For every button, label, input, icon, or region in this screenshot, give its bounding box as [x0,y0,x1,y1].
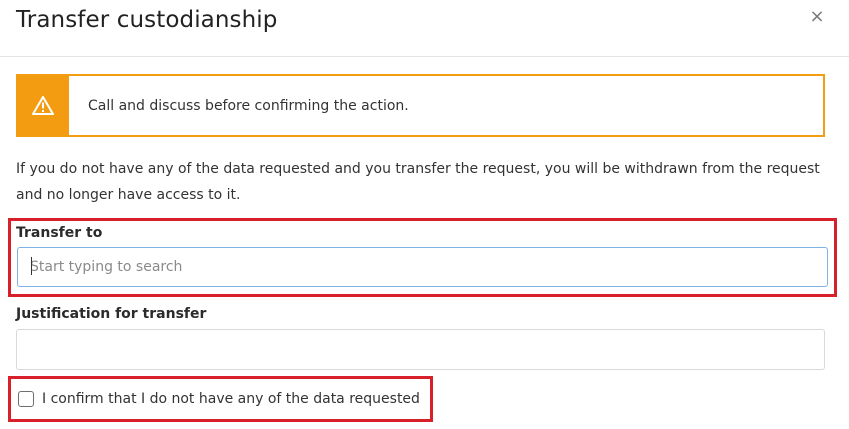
transfer-to-search-input[interactable] [17,247,828,287]
transfer-to-label: Transfer to [16,225,103,241]
confirm-section: I confirm that I do not have any of the … [8,376,433,422]
dialog-title: Transfer custodianship [16,7,278,33]
warning-alert: Call and discuss before confirming the a… [16,74,825,137]
text-caret [31,257,32,275]
alert-message: Call and discuss before confirming the a… [88,98,409,114]
info-text: If you do not have any of the data reque… [16,161,820,203]
justification-input[interactable] [16,329,825,370]
warning-triangle-icon [32,96,54,115]
transfer-to-section: Transfer to [8,218,837,297]
close-icon[interactable]: × [806,6,828,28]
confirm-checkbox-label[interactable]: I confirm that I do not have any of the … [42,391,420,407]
justification-label: Justification for transfer [16,306,207,322]
alert-icon-container [18,76,69,135]
dialog-header: Transfer custodianship × [0,0,849,57]
confirm-checkbox[interactable] [18,391,34,407]
